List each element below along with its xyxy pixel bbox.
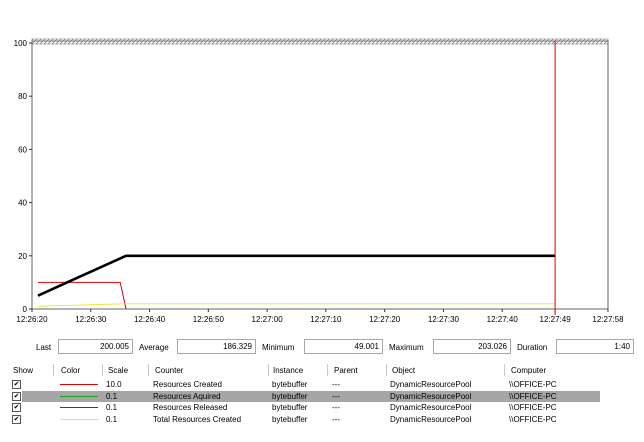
row-computer: \\OFFICE-PC xyxy=(509,414,557,424)
duration-value: 1:40 xyxy=(556,339,634,354)
header-computer[interactable]: Computer xyxy=(511,366,546,375)
header-object[interactable]: Object xyxy=(392,366,415,375)
x-tick-label: 12:26:50 xyxy=(193,315,225,324)
counter-row[interactable]: ✔ 0.1 Resources Released bytebuffer --- Dynam… xyxy=(0,402,644,414)
row-scale: 0.1 xyxy=(106,391,118,401)
row-instance: bytebuffer xyxy=(272,391,308,401)
minimum-value: 49.001 xyxy=(304,339,383,354)
plot-area xyxy=(31,40,609,310)
y-tick-label: 100 xyxy=(14,39,28,48)
row-parent: --- xyxy=(332,414,340,424)
row-object: DynamicResourcePool xyxy=(390,403,472,412)
last-value: 200.005 xyxy=(58,339,133,354)
y-tick-label: 0 xyxy=(23,305,28,314)
x-tick-label: 12:26:30 xyxy=(75,315,107,324)
row-computer: \\OFFICE-PC xyxy=(509,391,557,401)
y-axis: 0 20 40 60 80 100 xyxy=(14,39,32,314)
header-show[interactable]: Show xyxy=(13,366,33,375)
row-scale: 10.0 xyxy=(106,380,122,389)
header-instance[interactable]: Instance xyxy=(273,366,303,375)
row-counter: Total Resources Created xyxy=(153,414,242,424)
y-tick-label: 20 xyxy=(18,252,27,261)
row-scale: 0.1 xyxy=(106,414,118,424)
row-instance: bytebuffer xyxy=(272,414,308,424)
row-computer: \\OFFICE-PC xyxy=(509,380,557,389)
color-swatch xyxy=(60,407,98,408)
row-instance: bytebuffer xyxy=(272,403,308,412)
average-label: Average xyxy=(139,343,169,352)
y-tick-label: 80 xyxy=(18,92,27,101)
duration-label: Duration xyxy=(517,343,548,352)
hatched-top-band xyxy=(31,38,609,45)
row-instance: bytebuffer xyxy=(272,380,308,389)
show-checkbox[interactable]: ✔ xyxy=(12,414,21,424)
x-tick-label: 12:27:58 xyxy=(592,315,624,324)
row-parent: --- xyxy=(332,391,340,401)
x-tick-label: 12:26:20 xyxy=(16,315,48,324)
counter-list-header: Show Color Scale Counter Instance Parent… xyxy=(0,363,644,377)
statistics-bar: Last 200.005 Average 186.329 Minimum 49.… xyxy=(0,338,644,358)
color-swatch xyxy=(60,384,98,385)
counter-row[interactable]: ✔ 0.1 Total Resources Created bytebuffer ---… xyxy=(0,414,644,426)
y-tick-label: 60 xyxy=(18,145,27,154)
row-scale: 0.1 xyxy=(106,403,118,412)
performance-graph[interactable]: 020406080100 12:26:20 12:26:30 12:26:40 12:… xyxy=(0,0,644,330)
header-parent[interactable]: Parent xyxy=(334,366,358,375)
maximum-value: 203.026 xyxy=(433,339,511,354)
show-checkbox[interactable]: ✔ xyxy=(12,403,21,412)
x-tick-label: 12:27:10 xyxy=(310,315,342,324)
show-checkbox[interactable]: ✔ xyxy=(12,380,21,389)
y-tick-label: 40 xyxy=(18,199,27,208)
row-object: DynamicResourcePool xyxy=(390,380,472,389)
x-tick-label: 12:27:00 xyxy=(252,315,284,324)
show-checkbox[interactable]: ✔ xyxy=(12,391,21,401)
row-counter: Resources Aquired xyxy=(153,391,221,401)
header-color[interactable]: Color xyxy=(61,366,80,375)
minimum-label: Minimum xyxy=(262,343,295,352)
row-counter: Resources Released xyxy=(153,403,228,412)
row-object: DynamicResourcePool xyxy=(390,414,472,424)
header-scale[interactable]: Scale xyxy=(108,366,128,375)
row-counter: Resources Created xyxy=(153,380,222,389)
row-parent: --- xyxy=(332,403,340,412)
x-tick-label: 12:26:40 xyxy=(134,315,166,324)
maximum-label: Maximum xyxy=(389,343,424,352)
color-swatch xyxy=(60,418,98,420)
last-label: Last xyxy=(36,343,52,352)
x-axis: 12:26:20 12:26:30 12:26:40 12:26:50 12:27:00… xyxy=(16,309,624,324)
x-tick-label: 12:27:30 xyxy=(428,315,460,324)
row-parent: --- xyxy=(332,380,340,389)
color-swatch xyxy=(60,395,98,397)
average-value: 186.329 xyxy=(177,339,256,354)
row-computer: \\OFFICE-PC xyxy=(509,403,557,412)
counter-row[interactable]: ✔ 0.1 Resources Aquired bytebuffer --- Dynami… xyxy=(0,390,644,403)
row-object: DynamicResourcePool xyxy=(390,391,472,401)
x-tick-label: 12:27:40 xyxy=(487,315,519,324)
counter-row[interactable]: ✔ 10.0 Resources Created bytebuffer --- Dynam… xyxy=(0,379,644,391)
x-tick-label: 12:27:49 xyxy=(540,315,572,324)
header-counter[interactable]: Counter xyxy=(155,366,183,375)
x-tick-label: 12:27:20 xyxy=(369,315,401,324)
